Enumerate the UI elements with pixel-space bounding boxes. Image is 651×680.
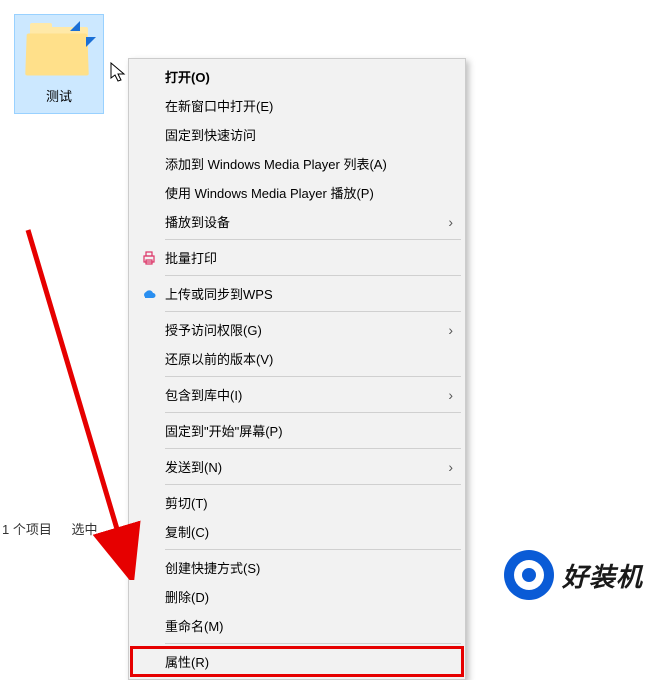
menu-item-label: 发送到(N): [161, 457, 448, 476]
cursor-icon: [110, 62, 128, 84]
menu-item-label: 授予访问权限(G): [161, 320, 448, 339]
menu-item[interactable]: 删除(D): [131, 582, 463, 611]
menu-item[interactable]: 播放到设备›: [131, 207, 463, 236]
watermark-logo-icon: [504, 550, 554, 600]
menu-item[interactable]: 重命名(M): [131, 611, 463, 640]
status-selection: 选中: [71, 522, 97, 537]
menu-item-label: 重命名(M): [161, 616, 453, 635]
menu-item[interactable]: 打开(O): [131, 62, 463, 91]
watermark-text: 好装机: [562, 557, 643, 594]
menu-item-label: 添加到 Windows Media Player 列表(A): [161, 154, 453, 173]
menu-separator: [165, 412, 461, 413]
menu-item-label: 属性(R): [161, 652, 453, 671]
menu-separator: [165, 643, 461, 644]
menu-separator: [165, 448, 461, 449]
menu-item[interactable]: 授予访问权限(G)›: [131, 315, 463, 344]
menu-item-label: 使用 Windows Media Player 播放(P): [161, 183, 453, 202]
folder-label: 测试: [40, 84, 78, 107]
chevron-right-icon: ›: [448, 459, 453, 475]
printer-icon: [137, 250, 161, 266]
menu-item-label: 固定到快速访问: [161, 125, 453, 144]
compress-arrows-icon: [68, 19, 98, 49]
context-menu: 打开(O) 在新窗口中打开(E) 固定到快速访问添加到 Windows Media …: [128, 58, 466, 680]
chevron-right-icon: ›: [448, 322, 453, 338]
menu-separator: [165, 549, 461, 550]
menu-item[interactable]: 批量打印: [131, 243, 463, 272]
menu-item[interactable]: 使用 Windows Media Player 播放(P): [131, 178, 463, 207]
menu-separator: [165, 484, 461, 485]
menu-separator: [165, 275, 461, 276]
cloud-icon: [137, 286, 161, 302]
menu-item-label: 播放到设备: [161, 212, 448, 231]
menu-item-label: 包含到库中(I): [161, 385, 448, 404]
menu-item-label: 固定到"开始"屏幕(P): [161, 421, 453, 440]
watermark: 好装机: [504, 550, 643, 600]
chevron-right-icon: ›: [448, 387, 453, 403]
menu-item[interactable]: 复制(C): [131, 517, 463, 546]
menu-item-label: 剪切(T): [161, 493, 453, 512]
menu-item[interactable]: 剪切(T): [131, 488, 463, 517]
menu-item-label: 还原以前的版本(V): [161, 349, 453, 368]
menu-separator: [165, 239, 461, 240]
menu-item[interactable]: 发送到(N)›: [131, 452, 463, 481]
menu-item[interactable]: 属性(R): [131, 647, 463, 676]
menu-item[interactable]: 上传或同步到WPS: [131, 279, 463, 308]
menu-item[interactable]: 还原以前的版本(V): [131, 344, 463, 373]
status-count: 1 个项目: [2, 522, 52, 537]
chevron-right-icon: ›: [448, 214, 453, 230]
menu-item-label: 批量打印: [161, 248, 453, 267]
desktop: 测试 打开(O) 在新窗口中打开(E) 固定到快速访问添加到 Windows Med…: [0, 0, 651, 608]
folder-item[interactable]: 测试: [14, 14, 104, 114]
menu-item-label: 在新窗口中打开(E): [161, 96, 453, 115]
menu-separator: [165, 376, 461, 377]
menu-item-label: 上传或同步到WPS: [161, 284, 453, 303]
menu-item-label: 复制(C): [161, 522, 453, 541]
menu-item-label: 删除(D): [161, 587, 453, 606]
menu-separator: [165, 311, 461, 312]
menu-item[interactable]: 固定到快速访问: [131, 120, 463, 149]
folder-icon: [24, 23, 94, 78]
menu-item[interactable]: 固定到"开始"屏幕(P): [131, 416, 463, 445]
menu-item[interactable]: 创建快捷方式(S): [131, 553, 463, 582]
status-bar: 1 个项目 选中: [2, 519, 113, 538]
menu-item[interactable]: 在新窗口中打开(E): [131, 91, 463, 120]
menu-item-label: 创建快捷方式(S): [161, 558, 453, 577]
menu-item[interactable]: 包含到库中(I)›: [131, 380, 463, 409]
menu-item[interactable]: 添加到 Windows Media Player 列表(A): [131, 149, 463, 178]
menu-item-label: 打开(O): [161, 67, 453, 86]
